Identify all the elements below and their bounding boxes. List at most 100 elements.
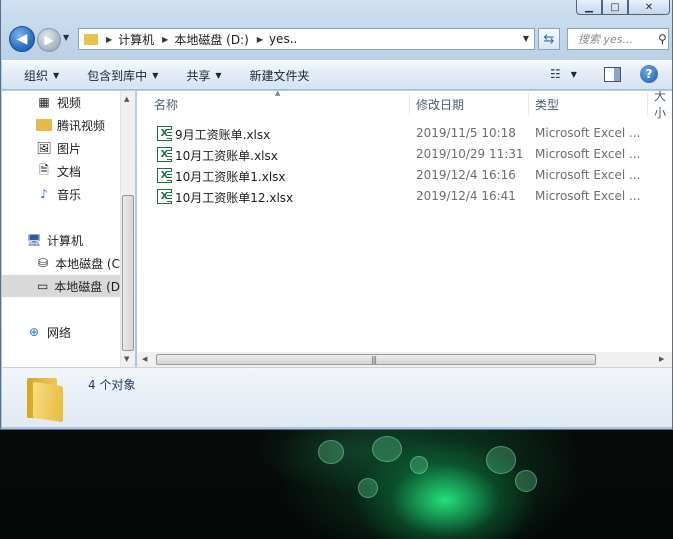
computer-icon: 🖥 <box>26 233 42 247</box>
nav-item-label: 本地磁盘 (C <box>55 256 120 271</box>
nav-item-label: 腾讯视频 <box>57 118 106 133</box>
search-box[interactable]: ⚲ <box>567 28 669 50</box>
refresh-button[interactable]: ⇆ <box>538 28 560 50</box>
back-button[interactable]: ◀ <box>9 26 35 52</box>
scroll-up-arrow-icon[interactable]: ▲ <box>124 95 129 103</box>
minimize-button[interactable]: ▁ <box>576 0 602 15</box>
video-library-icon: ▦ <box>38 95 50 109</box>
excel-file-icon: X <box>157 147 172 162</box>
file-date-modified: 2019/12/4 16:16 <box>416 168 516 182</box>
folder-icon <box>25 376 65 423</box>
column-divider[interactable] <box>647 93 648 115</box>
nav-item-local-disk-c[interactable]: ⛁ 本地磁盘 (C <box>2 252 120 274</box>
file-row[interactable]: X 9月工资账单.xlsx 2019/11/5 10:18 Microsoft … <box>137 123 672 144</box>
column-header-type[interactable]: 类型 <box>535 91 559 117</box>
nav-item-tencent-video[interactable]: 腾讯视频 <box>2 114 120 136</box>
recent-pages-dropdown[interactable]: ▼ <box>63 33 69 42</box>
file-name: 10月工资账单1.xlsx <box>175 170 286 184</box>
file-row[interactable]: X 10月工资账单1.xlsx 2019/12/4 16:16 Microsof… <box>137 165 672 186</box>
close-button[interactable]: ✕ <box>628 0 670 15</box>
nav-item-pictures[interactable]: 🖼 图片 <box>2 137 120 159</box>
scrollbar-thumb[interactable]: ||| <box>156 354 596 365</box>
excel-file-icon: X <box>157 126 172 141</box>
nav-item-network[interactable]: ⊕ 网络 <box>2 321 120 343</box>
excel-file-icon: X <box>157 168 172 183</box>
maximize-button[interactable]: □ <box>602 0 628 15</box>
breadcrumb-computer[interactable]: 计算机 <box>118 31 154 48</box>
file-date-modified: 2019/11/5 10:18 <box>416 126 516 140</box>
scroll-right-arrow-icon[interactable]: ▶ <box>659 355 664 363</box>
excel-file-icon: X <box>157 189 172 204</box>
chevron-down-icon: ▼ <box>570 69 577 79</box>
folder-icon <box>36 119 52 131</box>
search-input[interactable] <box>578 32 656 46</box>
documents-library-icon: 🗎 <box>39 162 49 177</box>
preview-pane-button[interactable] <box>604 67 621 82</box>
file-type: Microsoft Excel ... <box>535 189 641 203</box>
address-bar[interactable]: ▶ 计算机 ▶ 本地磁盘 (D:) ▶ yes.. ▼ <box>78 28 535 50</box>
music-library-icon: ♪ <box>40 187 48 201</box>
command-bar: 组织 ▼ 包含到库中 ▼ 共享 ▼ 新建文件夹 ☷ ▼ ? <box>2 60 672 90</box>
column-header-date-modified[interactable]: 修改日期 <box>416 91 464 117</box>
scrollbar-thumb[interactable] <box>122 195 134 351</box>
network-icon: ⊕ <box>28 325 40 339</box>
grip-icon: ||| <box>371 355 377 364</box>
file-date-modified: 2019/12/4 16:41 <box>416 189 516 203</box>
file-date-modified: 2019/10/29 11:31 <box>416 147 524 161</box>
chevron-right-icon[interactable]: ▶ <box>257 35 263 44</box>
arrow-right-icon: ▶ <box>44 33 54 47</box>
nav-item-documents[interactable]: 🗎 文档 <box>2 160 120 182</box>
wallpaper-bubble <box>410 456 428 474</box>
breadcrumb-current-folder[interactable]: yes.. <box>269 32 297 46</box>
change-view-button[interactable]: ☷ ▼ <box>550 67 577 81</box>
new-folder-label: 新建文件夹 <box>249 68 310 83</box>
share-label: 共享 <box>186 68 211 83</box>
nav-item-label: 视频 <box>57 95 82 110</box>
help-button[interactable]: ? <box>640 65 658 83</box>
file-name: 9月工资账单.xlsx <box>175 128 271 142</box>
new-folder-button[interactable]: 新建文件夹 <box>240 64 320 86</box>
system-drive-icon: ⛁ <box>38 256 49 270</box>
file-type: Microsoft Excel ... <box>535 147 641 161</box>
column-header-size[interactable]: 大小 <box>654 91 672 120</box>
refresh-icon: ⇆ <box>543 31 555 47</box>
column-header-name[interactable]: 名称 <box>154 91 178 117</box>
chevron-right-icon[interactable]: ▶ <box>106 35 112 44</box>
address-row: ◀ ▶ ▼ ▶ 计算机 ▶ 本地磁盘 (D:) ▶ yes.. ▼ ⇆ ⚲ <box>1 20 673 60</box>
wallpaper-bubble <box>486 446 516 474</box>
share-button[interactable]: 共享 ▼ <box>176 64 231 86</box>
chevron-right-icon[interactable]: ▶ <box>162 35 168 44</box>
chevron-down-icon: ▼ <box>215 70 222 80</box>
file-row[interactable]: X 10月工资账单12.xlsx 2019/12/4 16:41 Microso… <box>137 186 672 207</box>
file-list-horizontal-scrollbar[interactable]: ◀ ||| ▶ <box>137 352 672 367</box>
pictures-library-icon: 🖼 <box>36 141 52 155</box>
organize-menu-button[interactable]: 组织 ▼ <box>14 64 69 86</box>
scroll-left-arrow-icon[interactable]: ◀ <box>142 355 147 363</box>
folder-icon <box>84 33 98 45</box>
scroll-down-arrow-icon[interactable]: ▼ <box>124 355 129 363</box>
nav-item-label: 音乐 <box>57 187 82 202</box>
file-type: Microsoft Excel ... <box>535 126 641 140</box>
nav-item-videos[interactable]: ▦ 视频 <box>2 91 120 113</box>
nav-item-label: 网络 <box>47 325 72 340</box>
column-divider[interactable] <box>409 93 410 115</box>
file-row[interactable]: X 10月工资账单.xlsx 2019/10/29 11:31 Microsof… <box>137 144 672 165</box>
item-count: 4 个对象 <box>88 378 136 392</box>
chevron-down-icon: ▼ <box>152 70 159 80</box>
file-name: 10月工资账单12.xlsx <box>175 191 294 205</box>
nav-item-music[interactable]: ♪ 音乐 <box>2 183 120 205</box>
address-history-dropdown[interactable]: ▼ <box>523 34 529 43</box>
navigation-pane-scrollbar[interactable]: ▲ ▼ <box>120 91 135 367</box>
nav-item-computer[interactable]: 🖥 计算机 <box>2 229 120 251</box>
explorer-window: ▁ □ ✕ ◀ ▶ ▼ ▶ 计算机 ▶ 本地磁盘 (D:) ▶ yes.. ▼ … <box>0 0 673 430</box>
nav-item-local-disk-d[interactable]: ▭ 本地磁盘 (D <box>2 275 120 297</box>
sort-ascending-icon: ▲ <box>275 91 281 97</box>
include-in-library-button[interactable]: 包含到库中 ▼ <box>77 64 168 86</box>
navigation-pane: ▦ 视频 腾讯视频 🖼 图片 🗎 文档 ♪ 音乐 🖥 计算机 ⛁ 本地磁盘 (C… <box>2 91 120 367</box>
forward-button[interactable]: ▶ <box>37 28 61 52</box>
search-icon[interactable]: ⚲ <box>658 32 667 46</box>
wallpaper-bubble <box>318 440 344 464</box>
drive-icon: ▭ <box>36 279 49 293</box>
column-divider[interactable] <box>528 93 529 115</box>
breadcrumb-local-disk-d[interactable]: 本地磁盘 (D:) <box>174 31 248 48</box>
